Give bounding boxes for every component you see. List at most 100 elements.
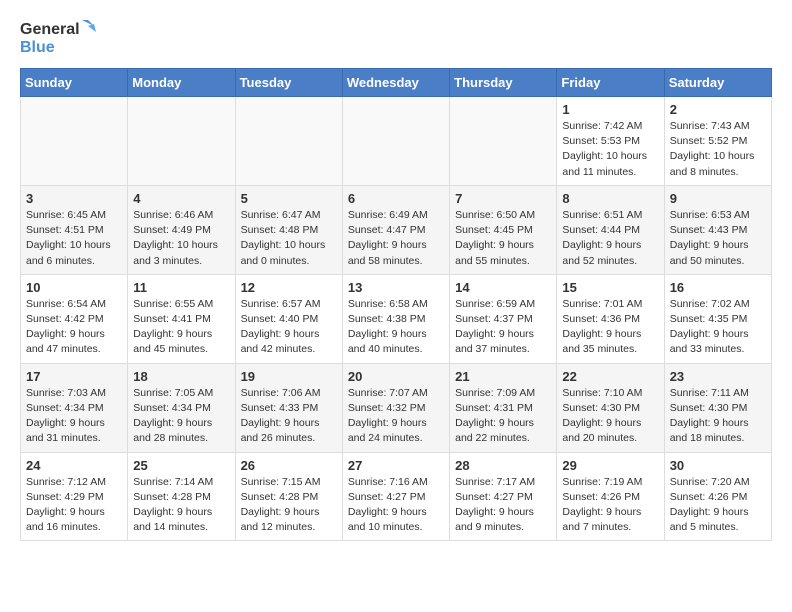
day-info: Sunrise: 6:45 AM Sunset: 4:51 PM Dayligh…: [26, 208, 122, 269]
day-number: 8: [562, 191, 658, 206]
day-number: 27: [348, 458, 444, 473]
calendar-cell: 30 Sunrise: 7:20 AM Sunset: 4:26 PM Dayli…: [664, 452, 771, 541]
day-info: Sunrise: 7:42 AM Sunset: 5:53 PM Dayligh…: [562, 119, 658, 180]
calendar-cell: 13 Sunrise: 6:58 AM Sunset: 4:38 PM Dayli…: [342, 274, 449, 363]
day-info: Sunrise: 7:05 AM Sunset: 4:34 PM Dayligh…: [133, 386, 229, 447]
day-info: Sunrise: 6:47 AM Sunset: 4:48 PM Dayligh…: [241, 208, 337, 269]
page: GeneralBlue SundayMondayTuesdayWednesday…: [0, 0, 792, 557]
day-number: 5: [241, 191, 337, 206]
day-info: Sunrise: 7:03 AM Sunset: 4:34 PM Dayligh…: [26, 386, 122, 447]
day-number: 2: [670, 102, 766, 117]
calendar-cell: 14 Sunrise: 6:59 AM Sunset: 4:37 PM Dayli…: [450, 274, 557, 363]
day-number: 30: [670, 458, 766, 473]
week-row-1: 1 Sunrise: 7:42 AM Sunset: 5:53 PM Daylig…: [21, 97, 772, 186]
day-number: 18: [133, 369, 229, 384]
calendar-cell: 10 Sunrise: 6:54 AM Sunset: 4:42 PM Dayli…: [21, 274, 128, 363]
day-info: Sunrise: 7:16 AM Sunset: 4:27 PM Dayligh…: [348, 475, 444, 536]
calendar-cell: [235, 97, 342, 186]
day-number: 28: [455, 458, 551, 473]
calendar-cell: 7 Sunrise: 6:50 AM Sunset: 4:45 PM Daylig…: [450, 185, 557, 274]
calendar-cell: 27 Sunrise: 7:16 AM Sunset: 4:27 PM Dayli…: [342, 452, 449, 541]
day-info: Sunrise: 6:51 AM Sunset: 4:44 PM Dayligh…: [562, 208, 658, 269]
day-number: 29: [562, 458, 658, 473]
day-info: Sunrise: 7:20 AM Sunset: 4:26 PM Dayligh…: [670, 475, 766, 536]
day-info: Sunrise: 7:02 AM Sunset: 4:35 PM Dayligh…: [670, 297, 766, 358]
week-row-5: 24Sunrise: 7:12 AM Sunset: 4:29 PM Dayli…: [21, 452, 772, 541]
header: GeneralBlue: [20, 16, 772, 58]
day-number: 16: [670, 280, 766, 295]
calendar-cell: 29 Sunrise: 7:19 AM Sunset: 4:26 PM Dayli…: [557, 452, 664, 541]
day-info: Sunrise: 7:09 AM Sunset: 4:31 PM Dayligh…: [455, 386, 551, 447]
logo: GeneralBlue: [20, 16, 100, 58]
weekday-header-friday: Friday: [557, 69, 664, 97]
day-info: Sunrise: 6:54 AM Sunset: 4:42 PM Dayligh…: [26, 297, 122, 358]
svg-text:Blue: Blue: [20, 39, 55, 56]
weekday-header-saturday: Saturday: [664, 69, 771, 97]
day-number: 25: [133, 458, 229, 473]
logo-svg: GeneralBlue: [20, 16, 100, 58]
day-info: Sunrise: 6:46 AM Sunset: 4:49 PM Dayligh…: [133, 208, 229, 269]
day-info: Sunrise: 7:07 AM Sunset: 4:32 PM Dayligh…: [348, 386, 444, 447]
calendar-table: SundayMondayTuesdayWednesdayThursdayFrid…: [20, 68, 772, 541]
calendar-cell: 8 Sunrise: 6:51 AM Sunset: 4:44 PM Daylig…: [557, 185, 664, 274]
day-number: 10: [26, 280, 122, 295]
day-info: Sunrise: 6:49 AM Sunset: 4:47 PM Dayligh…: [348, 208, 444, 269]
day-number: 9: [670, 191, 766, 206]
calendar-cell: 4 Sunrise: 6:46 AM Sunset: 4:49 PM Daylig…: [128, 185, 235, 274]
day-info: Sunrise: 7:14 AM Sunset: 4:28 PM Dayligh…: [133, 475, 229, 536]
day-number: 4: [133, 191, 229, 206]
calendar-cell: 26Sunrise: 7:15 AM Sunset: 4:28 PM Dayli…: [235, 452, 342, 541]
day-info: Sunrise: 7:17 AM Sunset: 4:27 PM Dayligh…: [455, 475, 551, 536]
day-info: Sunrise: 6:55 AM Sunset: 4:41 PM Dayligh…: [133, 297, 229, 358]
weekday-header-sunday: Sunday: [21, 69, 128, 97]
week-row-4: 17 Sunrise: 7:03 AM Sunset: 4:34 PM Dayli…: [21, 363, 772, 452]
day-number: 13: [348, 280, 444, 295]
calendar-cell: 11 Sunrise: 6:55 AM Sunset: 4:41 PM Dayli…: [128, 274, 235, 363]
calendar-cell: 17 Sunrise: 7:03 AM Sunset: 4:34 PM Dayli…: [21, 363, 128, 452]
day-number: 14: [455, 280, 551, 295]
day-info: Sunrise: 7:01 AM Sunset: 4:36 PM Dayligh…: [562, 297, 658, 358]
calendar-cell: 19Sunrise: 7:06 AM Sunset: 4:33 PM Dayli…: [235, 363, 342, 452]
day-info: Sunrise: 7:10 AM Sunset: 4:30 PM Dayligh…: [562, 386, 658, 447]
calendar-cell: [21, 97, 128, 186]
calendar-cell: [450, 97, 557, 186]
calendar-cell: 20 Sunrise: 7:07 AM Sunset: 4:32 PM Dayli…: [342, 363, 449, 452]
day-number: 23: [670, 369, 766, 384]
calendar-cell: 23 Sunrise: 7:11 AM Sunset: 4:30 PM Dayli…: [664, 363, 771, 452]
day-info: Sunrise: 7:11 AM Sunset: 4:30 PM Dayligh…: [670, 386, 766, 447]
calendar-cell: 18 Sunrise: 7:05 AM Sunset: 4:34 PM Dayli…: [128, 363, 235, 452]
day-info: Sunrise: 7:43 AM Sunset: 5:52 PM Dayligh…: [670, 119, 766, 180]
day-info: Sunrise: 7:12 AM Sunset: 4:29 PM Dayligh…: [26, 475, 122, 536]
day-info: Sunrise: 6:58 AM Sunset: 4:38 PM Dayligh…: [348, 297, 444, 358]
calendar-cell: [128, 97, 235, 186]
day-number: 12: [241, 280, 337, 295]
day-info: Sunrise: 6:53 AM Sunset: 4:43 PM Dayligh…: [670, 208, 766, 269]
weekday-header-tuesday: Tuesday: [235, 69, 342, 97]
day-number: 3: [26, 191, 122, 206]
calendar-cell: 25 Sunrise: 7:14 AM Sunset: 4:28 PM Dayli…: [128, 452, 235, 541]
day-info: Sunrise: 6:59 AM Sunset: 4:37 PM Dayligh…: [455, 297, 551, 358]
day-number: 6: [348, 191, 444, 206]
weekday-header-monday: Monday: [128, 69, 235, 97]
calendar-cell: 9 Sunrise: 6:53 AM Sunset: 4:43 PM Daylig…: [664, 185, 771, 274]
calendar-cell: 16 Sunrise: 7:02 AM Sunset: 4:35 PM Dayli…: [664, 274, 771, 363]
day-number: 7: [455, 191, 551, 206]
day-number: 1: [562, 102, 658, 117]
calendar-cell: 3 Sunrise: 6:45 AM Sunset: 4:51 PM Daylig…: [21, 185, 128, 274]
day-number: 17: [26, 369, 122, 384]
weekday-header-row: SundayMondayTuesdayWednesdayThursdayFrid…: [21, 69, 772, 97]
day-number: 11: [133, 280, 229, 295]
calendar-cell: 28 Sunrise: 7:17 AM Sunset: 4:27 PM Dayli…: [450, 452, 557, 541]
day-number: 19: [241, 369, 337, 384]
day-number: 20: [348, 369, 444, 384]
day-info: Sunrise: 6:50 AM Sunset: 4:45 PM Dayligh…: [455, 208, 551, 269]
day-number: 21: [455, 369, 551, 384]
calendar-cell: 5 Sunrise: 6:47 AM Sunset: 4:48 PM Daylig…: [235, 185, 342, 274]
calendar-cell: 1 Sunrise: 7:42 AM Sunset: 5:53 PM Daylig…: [557, 97, 664, 186]
day-number: 15: [562, 280, 658, 295]
week-row-3: 10 Sunrise: 6:54 AM Sunset: 4:42 PM Dayli…: [21, 274, 772, 363]
svg-text:General: General: [20, 21, 80, 38]
day-info: Sunrise: 7:19 AM Sunset: 4:26 PM Dayligh…: [562, 475, 658, 536]
week-row-2: 3 Sunrise: 6:45 AM Sunset: 4:51 PM Daylig…: [21, 185, 772, 274]
calendar-cell: 15 Sunrise: 7:01 AM Sunset: 4:36 PM Dayli…: [557, 274, 664, 363]
